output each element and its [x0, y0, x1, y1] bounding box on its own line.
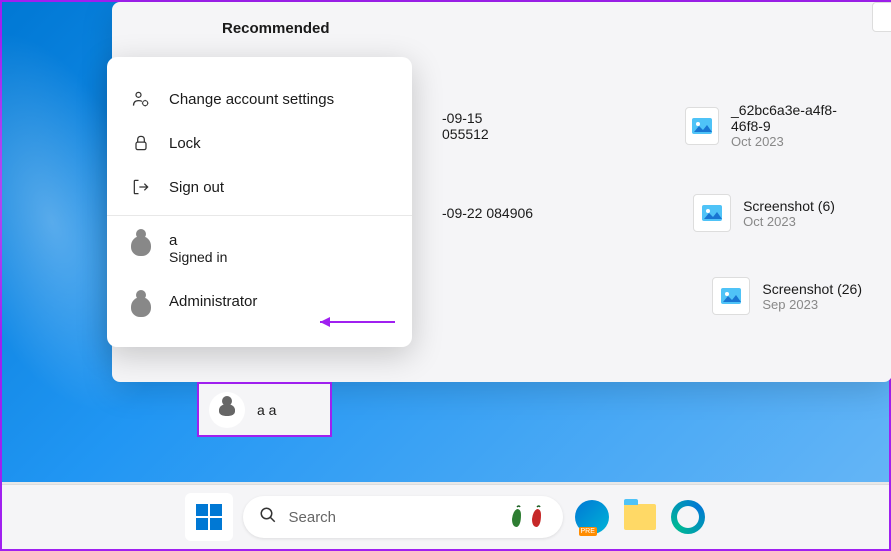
file-name: -09-22 084906 [442, 205, 533, 221]
edge-browser-button[interactable] [669, 498, 707, 536]
windows-logo-icon [196, 504, 222, 530]
person-gear-icon [131, 89, 151, 109]
file-date: Sep 2023 [762, 297, 862, 312]
more-button[interactable] [872, 2, 891, 32]
file-name: Screenshot (6) [743, 198, 835, 214]
search-highlight-icon [507, 505, 547, 529]
avatar-icon [209, 392, 245, 428]
taskbar: Search [2, 484, 889, 549]
file-name: -09-15 055512 [442, 110, 525, 142]
start-button[interactable] [185, 493, 233, 541]
recommended-item[interactable]: Screenshot (26)Sep 2023 [712, 277, 862, 315]
menu-label: Lock [169, 135, 201, 152]
account-a-item[interactable]: a Signed in [107, 222, 412, 275]
recommended-item[interactable]: _62bc6a3e-a4f8-46f8-9Oct 2023 [685, 102, 862, 149]
lock-item[interactable]: Lock [107, 121, 412, 165]
file-date: Oct 2023 [743, 214, 835, 229]
folder-icon [624, 504, 656, 530]
edge-icon [671, 500, 705, 534]
recommended-item[interactable]: -09-15 055512 [442, 102, 525, 149]
menu-label: Change account settings [169, 91, 334, 108]
file-date: Oct 2023 [731, 134, 862, 149]
signout-item[interactable]: Sign out [107, 165, 412, 209]
recommended-item[interactable]: -09-22 084906 [442, 194, 533, 232]
menu-label: Sign out [169, 179, 224, 196]
user-display-name: a a [257, 402, 276, 418]
menu-divider [107, 215, 412, 216]
account-status: Signed in [169, 249, 227, 265]
account-name: a [169, 232, 227, 249]
change-account-settings-item[interactable]: Change account settings [107, 77, 412, 121]
image-file-icon [712, 277, 750, 315]
image-file-icon [693, 194, 731, 232]
copilot-button[interactable] [573, 498, 611, 536]
current-user-button[interactable]: a a [197, 382, 332, 437]
copilot-icon [575, 500, 609, 534]
account-name: Administrator [169, 293, 257, 310]
person-icon [131, 297, 151, 317]
search-placeholder: Search [289, 509, 495, 526]
search-icon [259, 506, 277, 529]
file-explorer-button[interactable] [621, 498, 659, 536]
signout-icon [131, 177, 151, 197]
person-icon [131, 236, 151, 256]
recommended-title: Recommended [142, 20, 862, 37]
file-name: _62bc6a3e-a4f8-46f8-9 [731, 102, 862, 134]
file-name: Screenshot (26) [762, 281, 862, 297]
image-file-icon [685, 107, 719, 145]
user-account-menu: Change account settings Lock Sign out a … [107, 57, 412, 347]
lock-icon [131, 133, 151, 153]
recommended-item[interactable]: Screenshot (6)Oct 2023 [693, 194, 835, 232]
annotation-arrow [310, 312, 400, 337]
taskbar-search[interactable]: Search [243, 496, 563, 538]
